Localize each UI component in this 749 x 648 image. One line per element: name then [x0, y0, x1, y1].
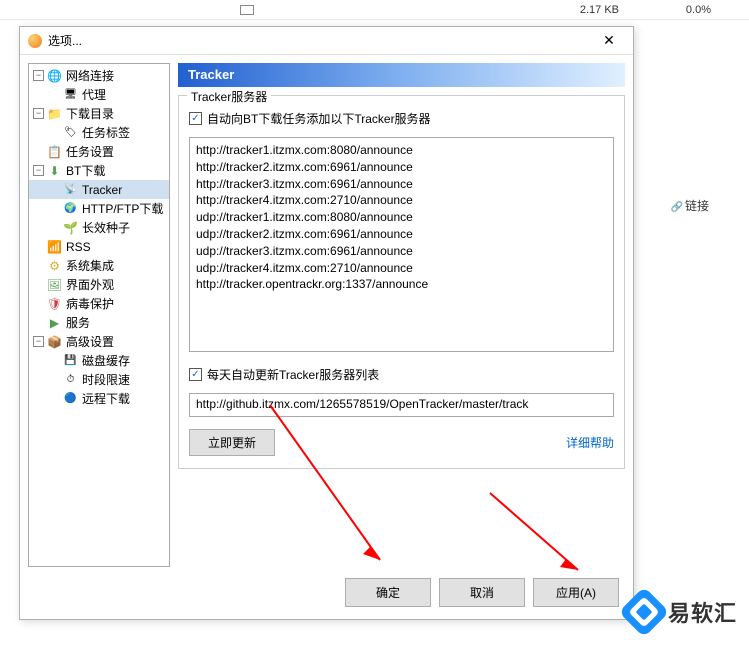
- tree-item-6[interactable]: Tracker: [29, 180, 169, 199]
- tree-toggle[interactable]: −: [33, 336, 44, 347]
- tree-item-12[interactable]: 病毒保护: [29, 294, 169, 313]
- apply-button[interactable]: 应用(A): [533, 578, 619, 607]
- tree-toggle[interactable]: −: [33, 165, 44, 176]
- tree-item-label: 系统集成: [66, 257, 114, 274]
- auto-add-checkbox[interactable]: [189, 112, 202, 125]
- tree-item-label: 任务标签: [82, 124, 130, 141]
- http-icon: [63, 201, 78, 216]
- daily-update-row: 每天自动更新Tracker服务器列表: [189, 366, 614, 383]
- fieldset-legend: Tracker服务器: [187, 88, 271, 105]
- tree-item-2[interactable]: − 下载目录: [29, 104, 169, 123]
- time-icon: [63, 372, 78, 387]
- tree-item-label: 时段限速: [82, 371, 130, 388]
- titlebar: 选项... ✕: [20, 27, 633, 55]
- tree-toggle[interactable]: −: [33, 108, 44, 119]
- disk-icon: [63, 353, 78, 368]
- adv-icon: [47, 334, 62, 349]
- seed-icon: [63, 220, 78, 235]
- tree-item-11[interactable]: 界面外观: [29, 275, 169, 294]
- tree-item-9[interactable]: RSS: [29, 237, 169, 256]
- content-panel: Tracker Tracker服务器 自动向BT下载任务添加以下Tracker服…: [178, 63, 625, 567]
- tree-item-5[interactable]: − BT下载: [29, 161, 169, 180]
- watermark-icon: [619, 587, 670, 638]
- tree-item-17[interactable]: 远程下载: [29, 389, 169, 408]
- daily-update-checkbox[interactable]: [189, 368, 202, 381]
- mail-icon: [240, 5, 254, 15]
- bg-link-label: 链接: [671, 197, 709, 214]
- bt-icon: [47, 163, 62, 178]
- service-icon: [47, 315, 62, 330]
- watermark-text: 易软汇: [668, 596, 737, 628]
- remote-icon: [63, 391, 78, 406]
- bg-size: 2.17 KB: [580, 4, 619, 16]
- update-button-row: 立即更新 详细帮助: [189, 429, 614, 456]
- tree-item-label: 代理: [82, 86, 106, 103]
- tree-item-label: Tracker: [82, 183, 122, 197]
- daily-update-label: 每天自动更新Tracker服务器列表: [207, 366, 379, 383]
- tree-item-7[interactable]: HTTP/FTP下载: [29, 199, 169, 218]
- tree-item-label: 网络连接: [66, 67, 114, 84]
- tree-item-8[interactable]: 长效种子: [29, 218, 169, 237]
- tree-item-10[interactable]: 系统集成: [29, 256, 169, 275]
- tree-item-label: 高级设置: [66, 333, 114, 350]
- tree-item-14[interactable]: − 高级设置: [29, 332, 169, 351]
- rss-icon: [47, 239, 62, 254]
- bg-percent: 0.0%: [686, 4, 711, 16]
- tree-toggle[interactable]: −: [33, 70, 44, 81]
- background-table-row: 2.17 KB 0.0%: [0, 0, 749, 20]
- tree-item-13[interactable]: 服务: [29, 313, 169, 332]
- tracker-icon: [63, 182, 78, 197]
- tree-item-label: 下载目录: [66, 105, 114, 122]
- tree-item-16[interactable]: 时段限速: [29, 370, 169, 389]
- watermark: 易软汇: [626, 594, 737, 630]
- tree-item-3[interactable]: 任务标签: [29, 123, 169, 142]
- update-url-input[interactable]: http://github.itzmx.com/1265578519/OpenT…: [189, 393, 614, 417]
- tree-item-label: BT下载: [66, 162, 105, 179]
- app-icon: [28, 34, 42, 48]
- globe-icon: [47, 68, 62, 83]
- sys-icon: [47, 258, 62, 273]
- ui-icon: [47, 277, 62, 292]
- tree-item-label: 远程下载: [82, 390, 130, 407]
- tree-item-0[interactable]: − 网络连接: [29, 66, 169, 85]
- folder-icon: [47, 106, 62, 121]
- task-icon: [47, 144, 62, 159]
- ok-button[interactable]: 确定: [345, 578, 431, 607]
- tracker-list-textarea[interactable]: http://tracker1.itzmx.com:8080/announce …: [189, 137, 614, 352]
- close-button[interactable]: ✕: [593, 31, 625, 51]
- auto-add-row: 自动向BT下载任务添加以下Tracker服务器: [189, 110, 614, 127]
- tree-item-1[interactable]: 代理: [29, 85, 169, 104]
- options-dialog: 选项... ✕ − 网络连接代理 − 下载目录任务标签任务设置 − BT下载 Tracker…: [19, 26, 634, 620]
- tree-item-label: 任务设置: [66, 143, 114, 160]
- help-link[interactable]: 详细帮助: [566, 434, 614, 451]
- auto-add-label: 自动向BT下载任务添加以下Tracker服务器: [207, 110, 431, 127]
- dialog-title: 选项...: [48, 32, 593, 49]
- tree-item-15[interactable]: 磁盘缓存: [29, 351, 169, 370]
- tree-item-label: 服务: [66, 314, 90, 331]
- tree-item-label: 长效种子: [82, 219, 130, 236]
- tree-item-label: RSS: [66, 240, 91, 254]
- virus-icon: [47, 296, 62, 311]
- panel-header: Tracker: [178, 63, 625, 87]
- tree-item-4[interactable]: 任务设置: [29, 142, 169, 161]
- dialog-footer: 确定 取消 应用(A): [345, 578, 619, 607]
- tree-item-label: HTTP/FTP下载: [82, 200, 163, 217]
- tag-icon: [63, 125, 78, 140]
- cancel-button[interactable]: 取消: [439, 578, 525, 607]
- tracker-fieldset: Tracker服务器 自动向BT下载任务添加以下Tracker服务器 http:…: [178, 95, 625, 469]
- tree-item-label: 磁盘缓存: [82, 352, 130, 369]
- nav-tree[interactable]: − 网络连接代理 − 下载目录任务标签任务设置 − BT下载 Tracker HTTP/FTP…: [28, 63, 170, 567]
- server-icon: [63, 87, 78, 102]
- dialog-body: − 网络连接代理 − 下载目录任务标签任务设置 − BT下载 Tracker HTTP/FTP…: [20, 55, 633, 575]
- tree-item-label: 病毒保护: [66, 295, 114, 312]
- update-now-button[interactable]: 立即更新: [189, 429, 275, 456]
- tree-item-label: 界面外观: [66, 276, 114, 293]
